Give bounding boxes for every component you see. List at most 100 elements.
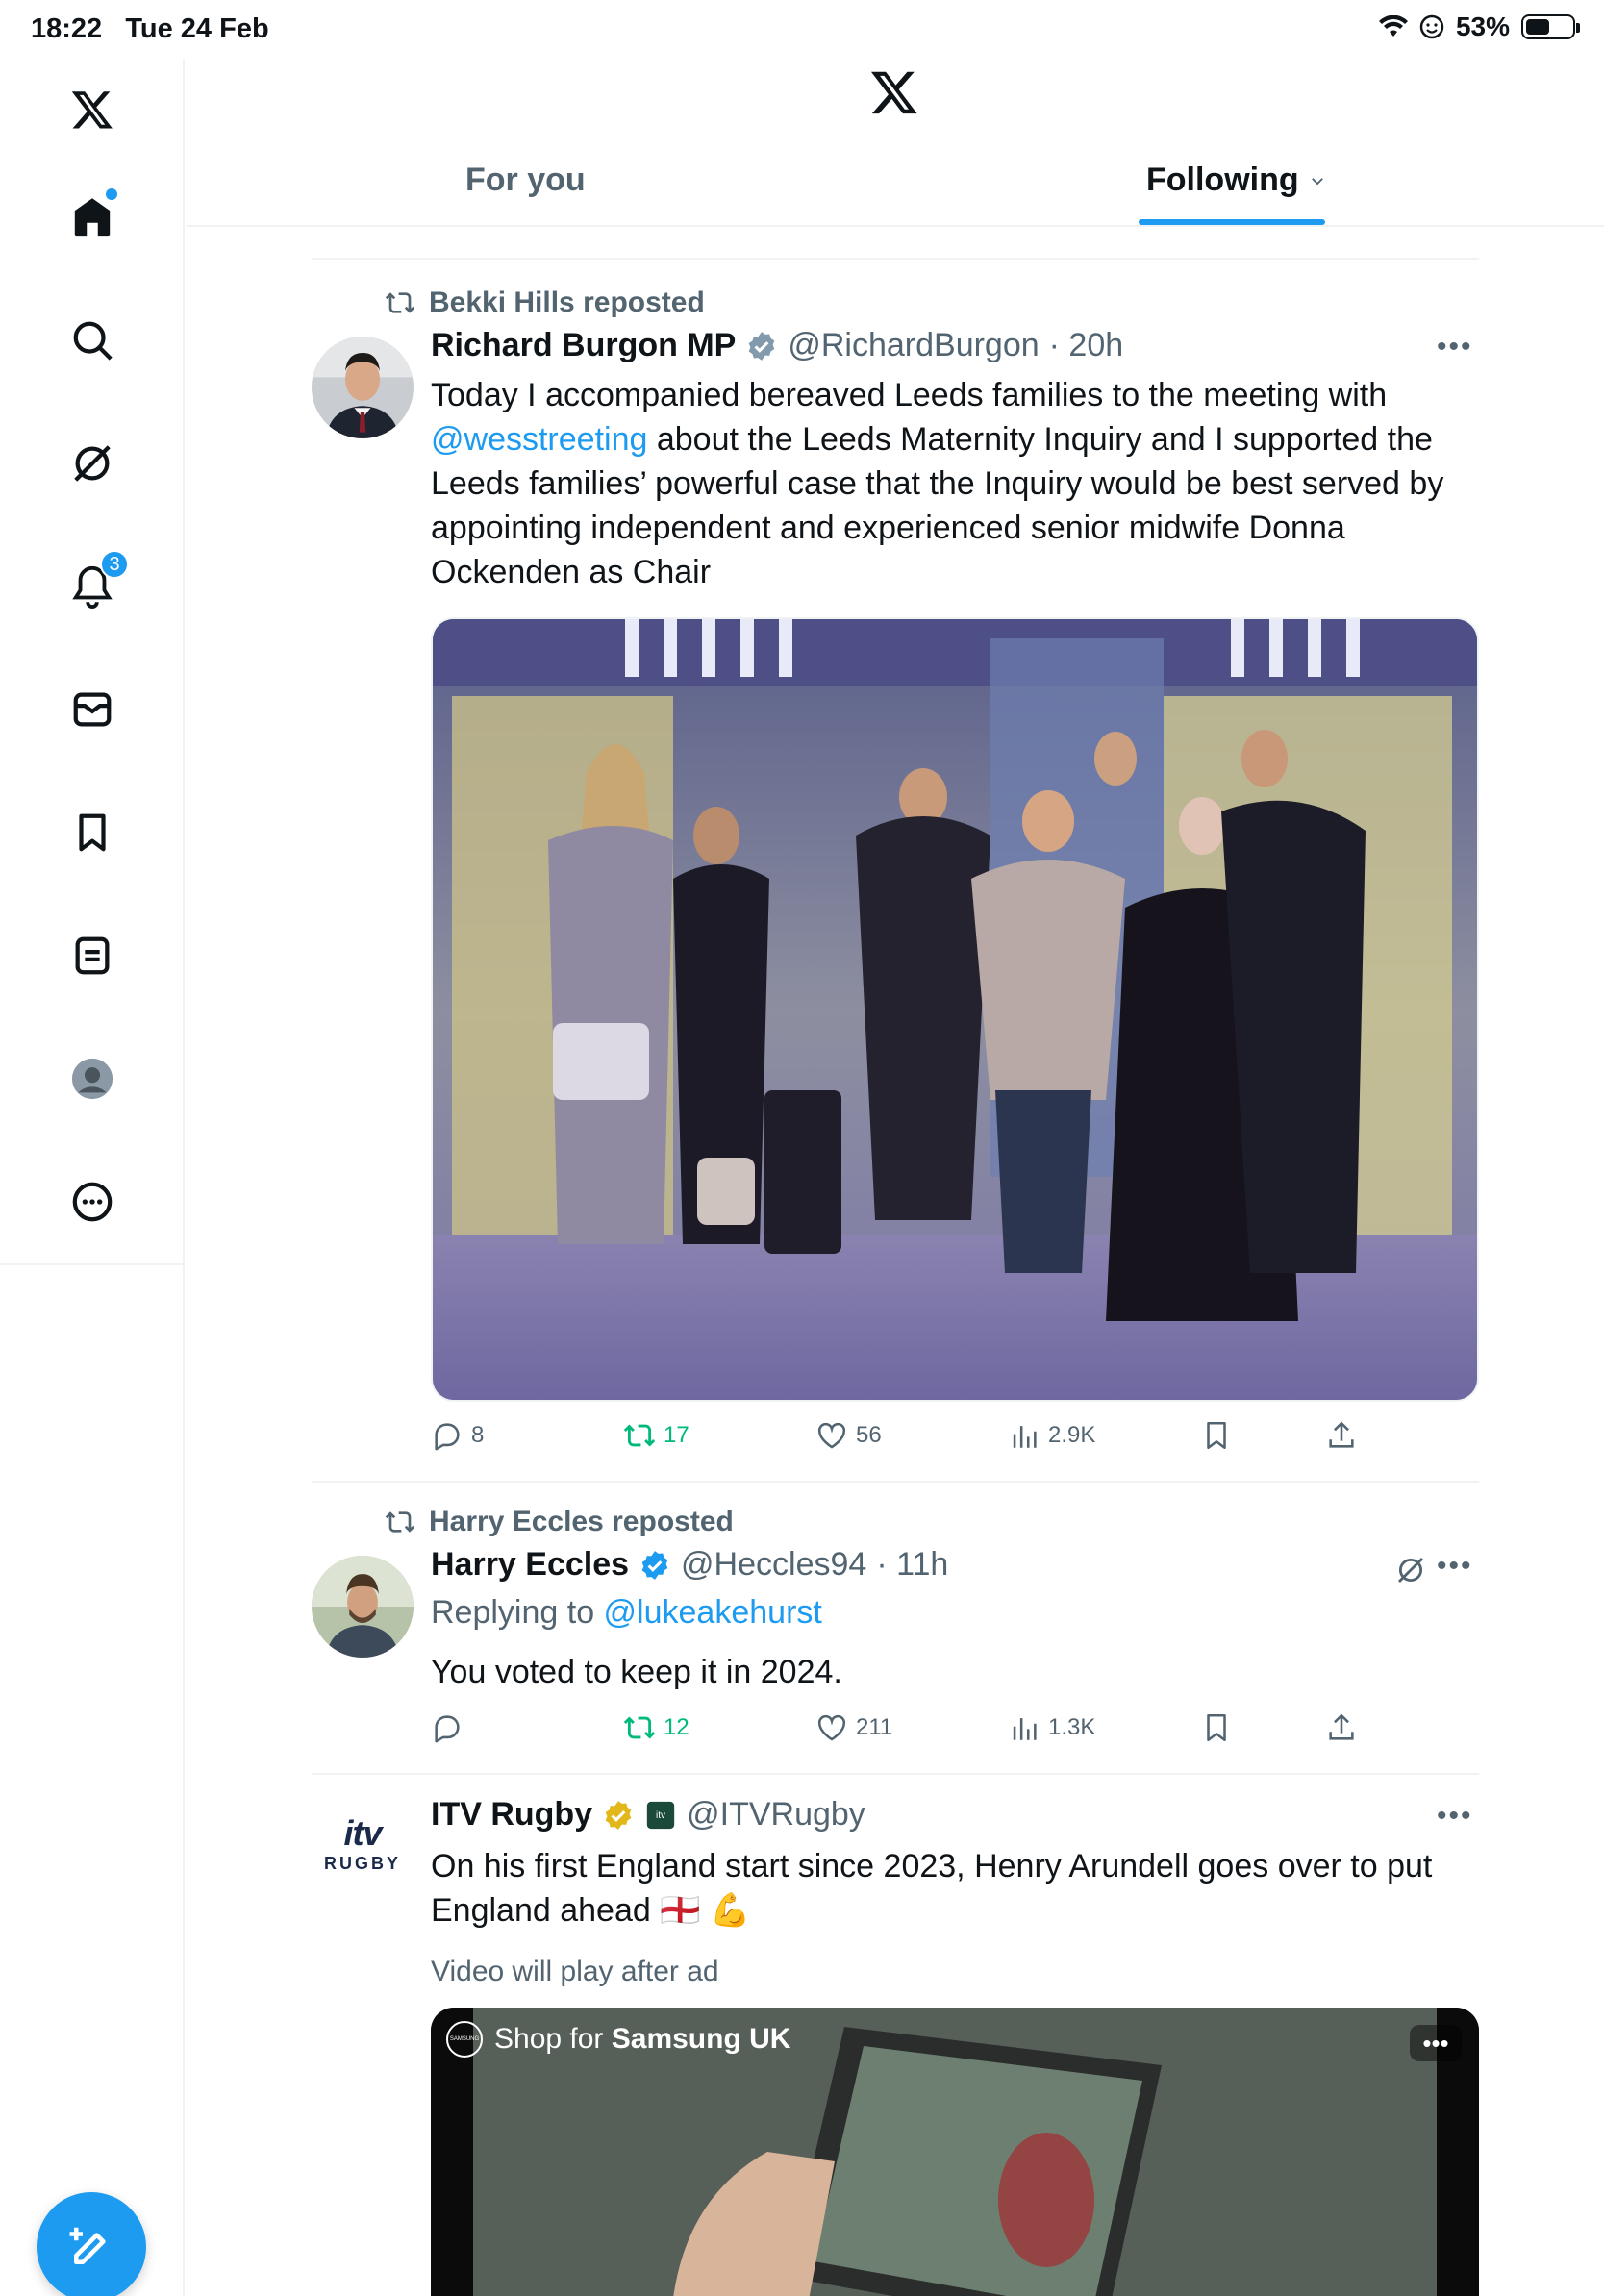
chevron-down-icon bbox=[1311, 177, 1323, 185]
mention-link[interactable]: @wesstreeting bbox=[431, 421, 647, 458]
repost-count: 17 bbox=[664, 1422, 689, 1448]
post-time[interactable]: · 11h bbox=[876, 1546, 948, 1584]
grok-icon bbox=[74, 445, 111, 482]
bookmark-icon bbox=[1207, 1421, 1226, 1450]
views-button[interactable]: 2.9K bbox=[1008, 1419, 1095, 1452]
grok-explain-icon[interactable] bbox=[1394, 1554, 1427, 1586]
video-ad-label: Video will play after ad bbox=[431, 1956, 719, 1987]
views-count: 2.9K bbox=[1048, 1422, 1096, 1448]
sidebar-item-home[interactable] bbox=[54, 179, 131, 256]
sidebar-item-grok[interactable] bbox=[54, 425, 131, 502]
like-button[interactable]: 56 bbox=[815, 1419, 882, 1452]
post-time[interactable]: · 20h bbox=[1049, 327, 1124, 364]
post-more-button[interactable]: ••• bbox=[1437, 1550, 1473, 1583]
author-name[interactable]: ITV Rugby bbox=[431, 1796, 592, 1834]
tab-following-label: Following bbox=[1146, 162, 1299, 198]
sidebar-divider bbox=[0, 1263, 185, 1265]
sidebar-item-lists[interactable] bbox=[54, 917, 131, 994]
tab-following[interactable]: Following bbox=[1146, 162, 1326, 199]
bookmark-icon bbox=[1207, 1713, 1226, 1742]
mention-link[interactable]: @lukeakehurst bbox=[604, 1594, 822, 1631]
reply-button[interactable]: 8 bbox=[431, 1419, 484, 1452]
author-name[interactable]: Richard Burgon MP bbox=[431, 327, 736, 364]
active-tab-indicator bbox=[1139, 219, 1325, 225]
repost-icon bbox=[623, 1716, 656, 1739]
battery-percent: 53% bbox=[1455, 12, 1510, 41]
timeline-header: For you Following bbox=[187, 60, 1604, 227]
repost-icon bbox=[623, 1424, 656, 1447]
share-button[interactable] bbox=[1325, 1419, 1358, 1452]
sidebar-item-bookmarks[interactable] bbox=[54, 794, 131, 871]
views-icon bbox=[1013, 1718, 1037, 1740]
itv-rugby-logo[interactable]: itv RUGBY bbox=[312, 1813, 414, 1874]
bookmark-button[interactable] bbox=[1200, 1419, 1233, 1452]
repost-button[interactable]: 17 bbox=[623, 1419, 689, 1452]
post-text: On his first England start since 2023, H… bbox=[431, 1848, 1433, 1929]
svg-text:itv: itv bbox=[656, 1809, 665, 1820]
search-icon bbox=[73, 321, 113, 361]
avatar-image bbox=[312, 1556, 414, 1658]
post-divider bbox=[312, 258, 1479, 260]
views-button[interactable]: 1.3K bbox=[1008, 1711, 1095, 1744]
post-more-button[interactable]: ••• bbox=[1437, 1800, 1473, 1833]
repost-count: 12 bbox=[664, 1714, 689, 1740]
sidebar-item-notifications[interactable]: 3 bbox=[54, 548, 131, 625]
share-button[interactable] bbox=[1325, 1711, 1358, 1744]
sidebar-item-messages[interactable] bbox=[54, 671, 131, 748]
status-bar: 18:22 Tue 24 Feb 53% bbox=[0, 0, 1604, 60]
repost-button[interactable]: 12 bbox=[623, 1711, 689, 1744]
repost-context-label: Harry Eccles reposted bbox=[429, 1506, 734, 1537]
bookmarks-icon bbox=[79, 813, 106, 852]
timeline-feed: Bekki Hills reposted Richard Burgon MP @… bbox=[187, 227, 1604, 2296]
video-more-button[interactable]: ••• bbox=[1410, 2025, 1462, 2061]
repost-context[interactable]: Bekki Hills reposted bbox=[385, 287, 705, 319]
tab-for-you[interactable]: For you bbox=[465, 162, 586, 199]
post-actions: 8 17 56 2.9K bbox=[431, 1419, 1479, 1467]
reply-count: 8 bbox=[471, 1422, 485, 1448]
reply-icon bbox=[435, 1423, 460, 1451]
avatar[interactable] bbox=[312, 1556, 414, 1658]
affiliate-badge-icon: itv bbox=[646, 1801, 675, 1829]
ad-brand: Samsung UK bbox=[611, 2023, 791, 2055]
views-icon bbox=[1013, 1426, 1037, 1448]
video-player[interactable]: SAMSUNG Shop for Samsung UK ••• bbox=[431, 2008, 1479, 2296]
status-indicators: 53% bbox=[1378, 12, 1580, 42]
compose-icon bbox=[69, 2227, 106, 2264]
post-author: Harry Eccles @Heccles94 · 11h bbox=[431, 1546, 948, 1584]
group-photo-image bbox=[433, 619, 1477, 1400]
focus-icon bbox=[1419, 14, 1444, 39]
like-button[interactable]: 211 bbox=[815, 1711, 892, 1744]
author-handle[interactable]: @Heccles94 bbox=[681, 1546, 866, 1584]
ad-sponsor[interactable]: SAMSUNG Shop for Samsung UK bbox=[446, 2021, 790, 2058]
profile-avatar-icon bbox=[71, 1058, 113, 1100]
post-more-button[interactable]: ••• bbox=[1437, 331, 1473, 363]
reply-button[interactable] bbox=[431, 1711, 471, 1744]
home-icon bbox=[74, 198, 111, 237]
bookmark-button[interactable] bbox=[1200, 1711, 1233, 1744]
repost-icon bbox=[385, 292, 415, 313]
sidebar-item-profile[interactable] bbox=[54, 1040, 131, 1117]
sidebar-item-search[interactable] bbox=[54, 302, 131, 379]
sidebar-item-more[interactable] bbox=[54, 1163, 131, 1240]
repost-context[interactable]: Harry Eccles reposted bbox=[385, 1506, 734, 1538]
author-handle[interactable]: @RichardBurgon bbox=[788, 327, 1039, 364]
post-photo[interactable] bbox=[431, 617, 1479, 1402]
post-actions: 12 211 1.3K bbox=[431, 1711, 1479, 1759]
author-name[interactable]: Harry Eccles bbox=[431, 1546, 629, 1584]
post-text: You voted to keep it in 2024. bbox=[431, 1654, 842, 1690]
share-icon bbox=[1329, 1421, 1354, 1448]
author-handle[interactable]: @ITVRugby bbox=[687, 1796, 865, 1834]
like-count: 56 bbox=[856, 1422, 882, 1448]
repost-icon bbox=[385, 1511, 415, 1533]
avatar[interactable] bbox=[312, 337, 414, 438]
verified-gold-badge-icon bbox=[605, 1800, 632, 1830]
status-time: 18:22 Tue 24 Feb bbox=[31, 13, 269, 44]
notifications-badge: 3 bbox=[100, 550, 129, 579]
avatar-image bbox=[312, 337, 414, 438]
post-text: Today I accompanied bereaved Leeds famil… bbox=[431, 377, 1444, 590]
compose-post-button[interactable] bbox=[37, 2192, 146, 2296]
lists-icon bbox=[75, 936, 110, 975]
x-logo-button[interactable] bbox=[54, 71, 131, 148]
samsung-logo: SAMSUNG bbox=[446, 2021, 483, 2058]
heart-icon bbox=[817, 1714, 846, 1741]
